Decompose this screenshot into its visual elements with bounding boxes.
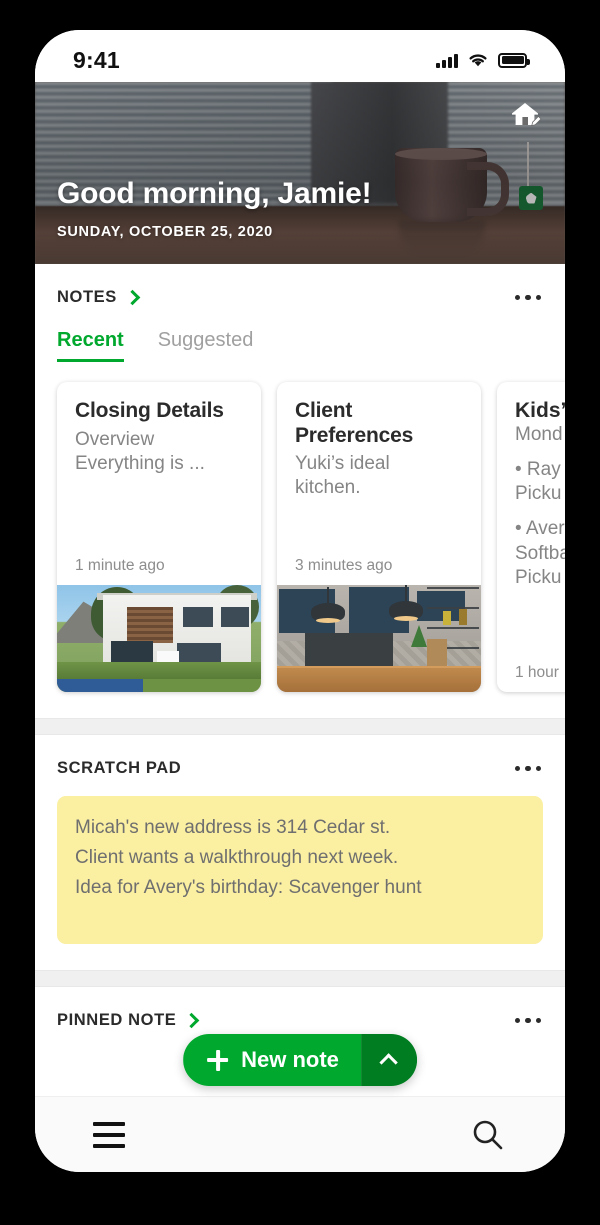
chevron-right-icon[interactable] xyxy=(184,1012,200,1028)
chevron-right-icon[interactable] xyxy=(124,289,141,305)
note-card-snippet-line: Everything is ... xyxy=(75,452,205,474)
note-card-title: Kids’ xyxy=(515,399,565,422)
search-icon[interactable] xyxy=(469,1116,507,1154)
tab-suggested[interactable]: Suggested xyxy=(158,329,254,362)
notes-tabs: Recent Suggested xyxy=(35,307,565,362)
wifi-icon xyxy=(469,54,487,67)
note-card-snippet: Yuki’s ideal kitchen. xyxy=(295,452,463,501)
note-card-snippet-line: Mond xyxy=(515,424,563,445)
phone-frame: 9:41 Good morning, Jamie! SUNDAY, OCTOBE… xyxy=(35,30,565,1172)
scratch-pad-line: Micah's new address is 314 Cedar st. xyxy=(75,817,391,838)
hero-header: Good morning, Jamie! SUNDAY, OCTOBER 25,… xyxy=(35,82,565,264)
tab-recent[interactable]: Recent xyxy=(57,329,124,362)
scratch-pad-overflow-menu-icon[interactable] xyxy=(513,760,544,778)
note-card-snippet-line: • Ray - xyxy=(515,458,565,480)
hero-date: SUNDAY, OCTOBER 25, 2020 xyxy=(57,224,273,240)
status-indicators xyxy=(436,52,530,68)
note-card-snippet-line: Softba xyxy=(515,542,565,564)
note-card[interactable]: Closing Details Overview Everything is .… xyxy=(57,382,261,692)
note-card-body: Client Preferences Yuki’s ideal kitchen. xyxy=(277,382,481,557)
note-card-body: Closing Details Overview Everything is .… xyxy=(57,382,261,557)
note-card-image xyxy=(277,585,481,692)
greeting-title: Good morning, Jamie! xyxy=(57,177,372,210)
home-edit-icon[interactable] xyxy=(509,100,543,132)
note-card-snippet: Overview Everything is ... xyxy=(75,428,243,477)
scratch-pad-header: SCRATCH PAD xyxy=(35,735,565,778)
chevron-up-icon xyxy=(379,1053,399,1072)
battery-full-icon xyxy=(498,52,530,68)
note-card[interactable]: Kids’ Mond • Ray - Picku • Aver Softba P… xyxy=(497,382,565,692)
note-card-snippet-line: Picku xyxy=(515,483,562,505)
notes-title-link[interactable]: NOTES xyxy=(57,288,141,307)
new-note-fab[interactable]: New note xyxy=(183,1034,417,1086)
note-card[interactable]: Client Preferences Yuki’s ideal kitchen.… xyxy=(277,382,481,692)
note-card-body: Kids’ Mond • Ray - Picku • Aver Softba P… xyxy=(497,382,565,664)
note-card-snippet-line: • Aver xyxy=(515,518,565,540)
pinned-note-header: PINNED NOTE xyxy=(35,987,565,1030)
note-card-title: Closing Details xyxy=(75,399,224,422)
screenshot-stage: 9:41 Good morning, Jamie! SUNDAY, OCTOBE… xyxy=(0,0,600,1225)
notes-section: NOTES Recent Suggested Closing Details O… xyxy=(35,264,565,718)
note-card-timestamp: 1 minute ago xyxy=(75,557,165,574)
notes-overflow-menu-icon[interactable] xyxy=(513,289,544,307)
section-divider xyxy=(35,718,565,735)
note-card-timestamp: 1 hour xyxy=(515,664,559,681)
note-card-snippet-line: kitchen. xyxy=(295,477,361,499)
pinned-note-section: PINNED NOTE xyxy=(35,987,565,1030)
section-divider xyxy=(35,970,565,987)
scratch-pad-line: Client wants a walkthrough next week. xyxy=(75,846,399,868)
bottom-nav-bar xyxy=(35,1096,565,1172)
cellular-signal-icon xyxy=(436,53,458,68)
scratch-pad-line: Idea for Avery's birthday: Scavenger hun… xyxy=(75,876,422,898)
pinned-note-title: PINNED NOTE xyxy=(57,1011,177,1029)
note-card-image xyxy=(57,585,261,692)
status-bar: 9:41 xyxy=(35,30,565,82)
hamburger-menu-icon[interactable] xyxy=(93,1121,125,1148)
scratch-pad-textarea[interactable]: Micah's new address is 314 Cedar st. Cli… xyxy=(57,796,543,944)
note-card-title: Client Preferences xyxy=(295,399,414,447)
hero-text-block: Good morning, Jamie! SUNDAY, OCTOBER 25,… xyxy=(57,177,372,240)
notes-title: NOTES xyxy=(57,288,117,306)
note-card-snippet-line: Yuki’s ideal xyxy=(295,453,390,475)
new-note-expand-button[interactable] xyxy=(360,1034,417,1086)
note-card-snippet-line: Overview xyxy=(75,428,155,450)
new-note-label: New note xyxy=(241,1047,339,1072)
notes-card-list[interactable]: Closing Details Overview Everything is .… xyxy=(35,362,565,718)
note-card-snippet-line: Picku xyxy=(515,567,562,589)
plus-icon xyxy=(207,1049,229,1071)
scratch-pad-title: SCRATCH PAD xyxy=(57,759,182,777)
status-time: 9:41 xyxy=(73,46,120,73)
notes-section-header: NOTES xyxy=(35,264,565,307)
pinned-note-title-link[interactable]: PINNED NOTE xyxy=(57,1011,200,1030)
scratch-pad-section: SCRATCH PAD Micah's new address is 314 C… xyxy=(35,735,565,970)
pinned-note-overflow-menu-icon[interactable] xyxy=(513,1012,544,1030)
note-card-timestamp: 3 minutes ago xyxy=(295,557,393,574)
new-note-button[interactable]: New note xyxy=(183,1034,361,1086)
